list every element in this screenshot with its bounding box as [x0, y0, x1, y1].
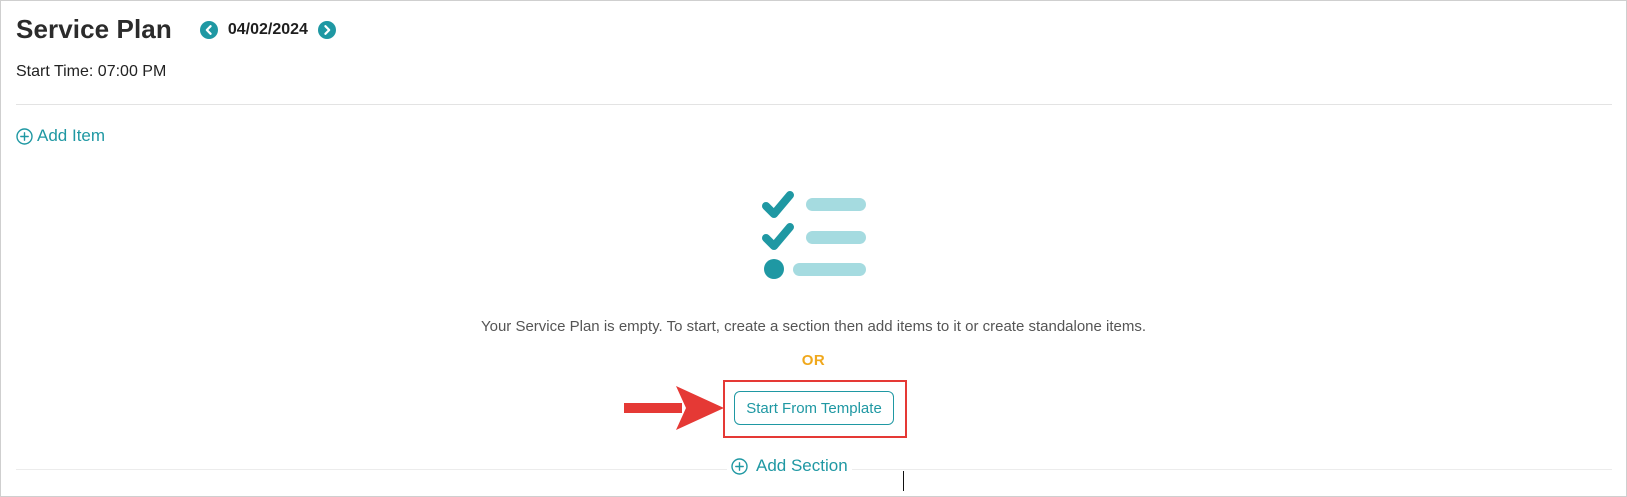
add-section-label: Add Section	[756, 456, 848, 475]
plus-circle-icon	[731, 457, 748, 475]
empty-state-message: Your Service Plan is empty. To start, cr…	[480, 318, 1147, 335]
plus-circle-icon	[16, 127, 33, 145]
checklist-icon	[760, 190, 872, 287]
add-item-link[interactable]: Add Item	[16, 126, 105, 146]
page-title: Service Plan	[16, 14, 172, 44]
current-date: 04/02/2024	[227, 20, 308, 38]
add-item-label: Add Item	[37, 126, 106, 145]
next-date-button[interactable]	[317, 20, 336, 39]
start-from-template-button[interactable]: Start From Template	[734, 391, 894, 425]
previous-date-button[interactable]	[199, 20, 218, 39]
date-navigator: 04/02/2024	[199, 20, 336, 39]
start-time-label: Start Time: 07:00 PM	[16, 63, 167, 80]
page-header: Service Plan 04/02/2024	[16, 14, 336, 45]
chevron-left-icon	[205, 24, 212, 35]
text-cursor	[903, 471, 904, 491]
add-section-link[interactable]: Add Section	[727, 456, 852, 476]
red-arrow	[624, 386, 724, 430]
chevron-right-icon	[324, 24, 331, 35]
header-divider	[16, 104, 1612, 105]
or-separator: OR	[801, 352, 826, 369]
